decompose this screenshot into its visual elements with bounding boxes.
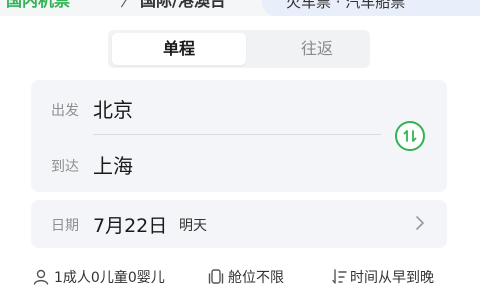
passenger-summary: 1成人0儿童0婴儿: [54, 270, 165, 286]
sort-icon: [332, 269, 347, 284]
seat-icon: [208, 269, 224, 284]
departure-label: 出发: [51, 103, 79, 119]
route-divider: [93, 134, 381, 135]
top-tab-bar: 国内机票 〉 国际/港澳台 火车票 · 汽车船票: [0, 0, 480, 16]
trip-type-toggle: 单程 往返: [108, 30, 370, 68]
round-trip-button[interactable]: 往返: [272, 33, 362, 65]
date-picker[interactable]: 日期 7月22日 明天: [31, 200, 447, 248]
arrival-city[interactable]: 上海: [93, 150, 133, 179]
arrival-label: 到达: [51, 159, 79, 175]
tab-other-transport-label: 火车票 · 汽车船票: [286, 0, 406, 11]
cabin-class: 舱位不限: [228, 270, 284, 286]
departure-city[interactable]: 北京: [93, 94, 133, 123]
chevron-right-icon: 〉: [120, 0, 137, 10]
tab-other-transport[interactable]: 火车票 · 汽车船票: [262, 0, 480, 16]
person-icon: [33, 269, 49, 285]
route-card: 出发 北京 到达 上海: [31, 80, 447, 192]
tab-domestic-flights[interactable]: 国内机票: [6, 0, 70, 11]
date-relative: 明天: [179, 218, 207, 234]
swap-cities-button[interactable]: [395, 121, 425, 151]
tab-international-flights[interactable]: 国际/港澳台: [140, 0, 226, 11]
departure-date: 7月22日: [93, 215, 168, 237]
chevron-right-icon: [416, 216, 424, 230]
sort-order: 时间从早到晚: [350, 270, 434, 286]
swap-arrows-icon: [403, 130, 417, 142]
date-label: 日期: [51, 218, 79, 234]
one-way-button[interactable]: 单程: [112, 33, 246, 65]
